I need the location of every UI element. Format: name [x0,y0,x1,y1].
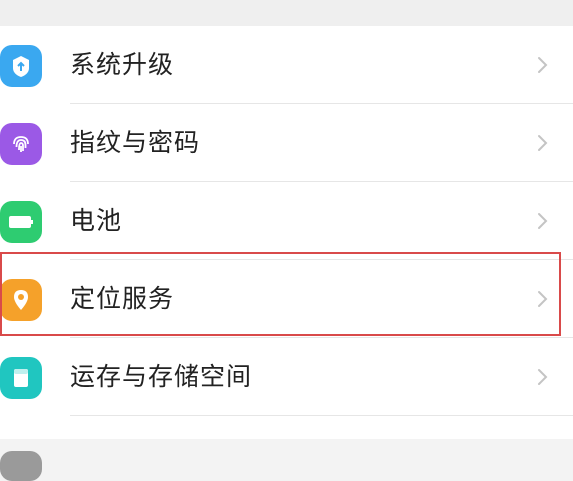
settings-item-system-update[interactable]: 系统升级 [0,26,573,104]
settings-item-label: 定位服务 [70,284,175,313]
chevron-right-icon [538,57,548,73]
chevron-right-icon [538,213,548,229]
battery-icon [0,201,42,243]
settings-item-label: 系统升级 [70,50,175,79]
chevron-right-icon [538,135,548,151]
storage-icon [0,357,42,399]
settings-item-fingerprint-password[interactable]: 指纹与密码 [0,104,573,182]
chevron-right-icon [538,369,548,385]
settings-item-label: 指纹与密码 [70,128,201,157]
divider [70,415,573,416]
settings-item-label: 电池 [70,206,123,235]
settings-item-ram-storage[interactable]: 运存与存储空间 [0,338,573,416]
next-item-icon [0,451,42,481]
top-band [0,0,573,26]
chevron-right-icon [538,291,548,307]
settings-item-location-services[interactable]: 定位服务 [0,260,573,338]
system-update-icon [0,45,42,87]
fingerprint-icon [0,123,42,165]
settings-item-label: 运存与存储空间 [70,362,253,391]
settings-item-battery[interactable]: 电池 [0,182,573,260]
location-pin-icon [0,279,42,321]
settings-list: 系统升级 指纹与密码 电池 定位服务 运存与存储空间 [0,26,573,481]
